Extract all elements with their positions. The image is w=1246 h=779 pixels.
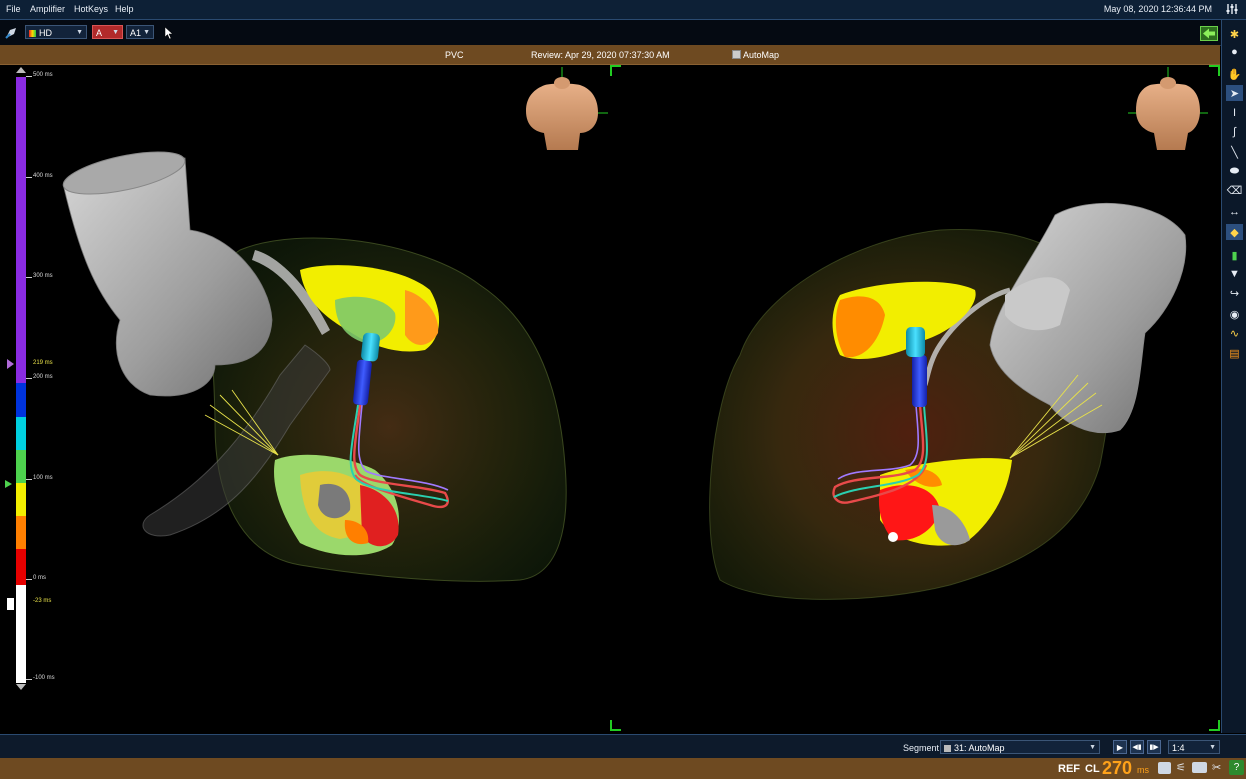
- scale-label-400: 400 ms: [33, 173, 53, 179]
- ref-label: REF: [1058, 763, 1080, 775]
- message-icon[interactable]: [1158, 762, 1171, 774]
- hand-pan-icon[interactable]: ✋: [1226, 66, 1243, 82]
- segment-bar: Segment 31: AutoMap ▼ ▶ ◀▮ ▮▶ 1:4 ▼: [0, 734, 1246, 759]
- device-icon[interactable]: [1192, 762, 1207, 773]
- scale-band-green: [16, 450, 26, 483]
- curve-tool-icon[interactable]: ∫: [1226, 124, 1243, 140]
- channel-a-select[interactable]: A ▼: [92, 25, 123, 39]
- map-tool-icon[interactable]: [4, 26, 18, 40]
- step-forward-icon[interactable]: ▮▶: [1147, 740, 1161, 754]
- tool-palette: ✱ ● ✋ ➤ I ∫ ╲ ⬬ ⌫ ↔ ◆ ▮ ▼ ↪ ◉ ∿ ▤: [1221, 20, 1246, 733]
- scale-label-500: 500 ms: [33, 72, 53, 78]
- cl-label: CL: [1085, 763, 1100, 775]
- shadow-projection-icon[interactable]: ▼: [1226, 266, 1243, 282]
- channel-a1-select[interactable]: A1 ▼: [126, 25, 154, 39]
- automap-label[interactable]: AutoMap: [743, 50, 779, 60]
- toolbar: HD ▼ A ▼ A1 ▼: [0, 20, 1246, 46]
- catheter-status-icon[interactable]: ⚟: [1176, 761, 1186, 774]
- scale-label-minus-23: -23 ms: [33, 598, 52, 604]
- playback-speed-select[interactable]: 1:4 ▼: [1168, 740, 1220, 754]
- layer-green-icon[interactable]: ▮: [1226, 247, 1243, 263]
- chevron-down-icon: ▼: [1209, 744, 1216, 751]
- chevron-down-icon: ▼: [143, 29, 150, 36]
- ellipse-tool-icon[interactable]: ⬬: [1226, 163, 1243, 179]
- scale-label-200: 200 ms: [33, 374, 53, 380]
- automap-icon: [732, 50, 741, 59]
- cycle-length-unit: ms: [1137, 765, 1149, 775]
- color-map-icon: [29, 30, 36, 37]
- segment-map-icon: [944, 745, 951, 752]
- tag-icon[interactable]: ◆: [1226, 224, 1243, 240]
- segment-label: Segment: [903, 743, 940, 753]
- pointer-cursor-icon[interactable]: [164, 26, 174, 40]
- map-style-value: HD: [39, 28, 52, 38]
- sphere-icon[interactable]: ●: [1226, 44, 1243, 60]
- scale-upper-handle-icon[interactable]: [7, 359, 14, 369]
- scale-band-yellow: [16, 483, 26, 516]
- scale-band-blue: [16, 383, 26, 417]
- ruler-icon[interactable]: ╲: [1226, 144, 1243, 160]
- scale-band-red: [16, 549, 26, 585]
- menu-help[interactable]: Help: [115, 4, 134, 14]
- channel-a-value: A: [96, 28, 103, 38]
- help-icon[interactable]: ?: [1229, 760, 1244, 775]
- menu-bar: File Amplifier HotKeys Help May 08, 2020…: [0, 0, 1246, 20]
- torso-orientation-left: [526, 67, 608, 150]
- torso-orientation-right: [1128, 67, 1208, 150]
- play-icon[interactable]: ▶: [1113, 740, 1127, 754]
- status-bar: REF CL 270 ms ⚟ ✂ ?: [0, 758, 1246, 779]
- clock: May 08, 2020 12:36:44 PM: [1103, 4, 1212, 14]
- scale-max-arrow-icon[interactable]: [16, 67, 26, 73]
- scissors-icon[interactable]: ✂: [1212, 761, 1221, 774]
- segment-select[interactable]: 31: AutoMap ▼: [940, 740, 1100, 754]
- menu-amplifier[interactable]: Amplifier: [30, 4, 65, 14]
- eye-visibility-icon[interactable]: ◉: [1226, 306, 1243, 322]
- menu-hotkeys[interactable]: HotKeys: [74, 4, 108, 14]
- measure-distance-icon[interactable]: ↔: [1226, 204, 1243, 220]
- scale-label-0: 0 ms: [33, 575, 47, 581]
- 3d-map-viewport[interactable]: 500 ms 400 ms 300 ms 219 ms 200 ms 100 m…: [0, 65, 1220, 733]
- left-anatomy-view: [62, 151, 567, 582]
- scale-label-minus-100: -100 ms: [33, 675, 55, 681]
- scale-band-white: [16, 585, 26, 683]
- settings-sliders-icon[interactable]: [1226, 3, 1238, 15]
- playback-speed-value: 1:4: [1172, 743, 1185, 753]
- text-cursor-icon[interactable]: I: [1226, 105, 1243, 121]
- eraser-icon[interactable]: ⌫: [1226, 182, 1243, 198]
- waveform-icon[interactable]: ∿: [1226, 325, 1243, 341]
- review-timestamp: Review: Apr 29, 2020 07:37:30 AM: [531, 50, 670, 60]
- color-scale: 500 ms 400 ms 300 ms 219 ms 200 ms 100 m…: [5, 65, 65, 695]
- viewport-canvas: [62, 65, 1220, 731]
- star-settings-icon[interactable]: ✱: [1226, 26, 1243, 42]
- scale-label-100: 100 ms: [33, 475, 53, 481]
- back-arrow-icon[interactable]: [1200, 26, 1218, 41]
- chevron-down-icon: ▼: [1089, 744, 1096, 751]
- scale-label-219: 219 ms: [33, 360, 53, 366]
- map-style-select[interactable]: HD ▼: [25, 25, 87, 39]
- scale-label-300: 300 ms: [33, 273, 53, 279]
- scale-lower-handle-icon[interactable]: [7, 598, 14, 610]
- chevron-down-icon: ▼: [76, 29, 83, 36]
- chevron-down-icon: ▼: [112, 29, 119, 36]
- map-name: PVC: [445, 50, 464, 60]
- scale-min-arrow-icon[interactable]: [16, 684, 26, 690]
- scale-band-orange: [16, 516, 26, 549]
- catheter-tool-icon[interactable]: ↪: [1226, 285, 1243, 301]
- right-anatomy-view: [709, 202, 1187, 600]
- scale-band-purple: [16, 77, 26, 383]
- select-arrow-icon[interactable]: ➤: [1226, 85, 1243, 101]
- scale-mid-handle-icon[interactable]: [5, 480, 12, 488]
- channel-a1-value: A1: [130, 28, 142, 38]
- menu-file[interactable]: File: [6, 4, 21, 14]
- map-layers-icon[interactable]: ▤: [1226, 345, 1243, 361]
- cycle-length-value: 270: [1102, 758, 1133, 778]
- scale-band-cyan: [16, 417, 26, 450]
- map-info-bar: PVC Review: Apr 29, 2020 07:37:30 AM Aut…: [0, 45, 1220, 65]
- step-back-icon[interactable]: ◀▮: [1130, 740, 1144, 754]
- segment-value: 31: AutoMap: [954, 743, 1005, 753]
